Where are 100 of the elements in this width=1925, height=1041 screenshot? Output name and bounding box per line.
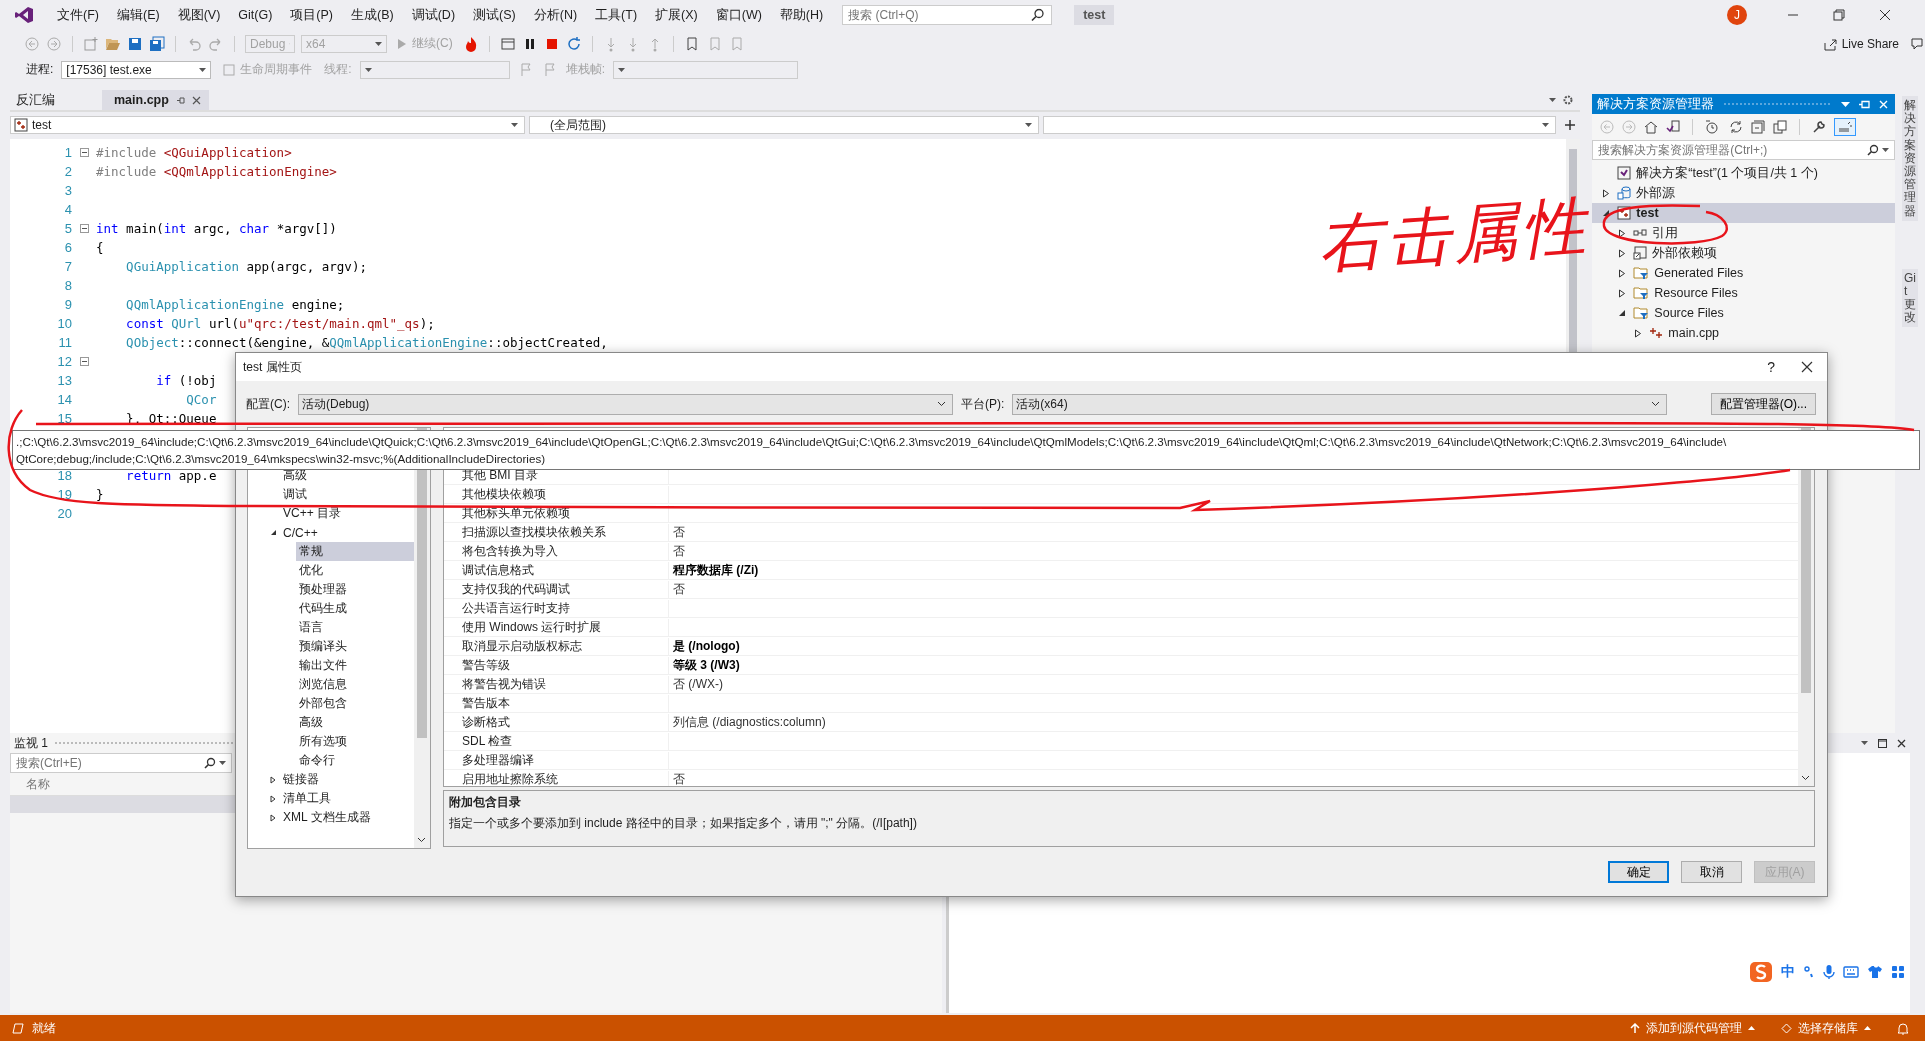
- menu-item[interactable]: 调试(D): [402, 3, 465, 27]
- window-icon[interactable]: [499, 35, 516, 52]
- repository-button[interactable]: 选择存储库: [1781, 1019, 1871, 1037]
- search-field[interactable]: 搜索(Ctrl+E): [10, 753, 232, 773]
- tree-item[interactable]: 命令行: [296, 751, 338, 770]
- switch-views-icon[interactable]: [1666, 120, 1681, 134]
- app-logo-icon[interactable]: [14, 6, 34, 24]
- tree-item[interactable]: test: [1636, 206, 1659, 220]
- collapsed-arrow-icon[interactable]: [1618, 248, 1627, 258]
- collapsed-arrow-icon[interactable]: [270, 794, 276, 803]
- live-share-button[interactable]: Live Share: [1818, 36, 1903, 51]
- tree-row[interactable]: 外部源: [1592, 183, 1896, 203]
- tree-row[interactable]: main.cpp: [1592, 323, 1896, 343]
- search-field[interactable]: 搜索 (Ctrl+Q): [842, 5, 1053, 25]
- menu-item[interactable]: 扩展(X): [646, 3, 707, 27]
- collapse-all-icon[interactable]: [1751, 120, 1766, 134]
- restore-icon[interactable]: [1833, 9, 1845, 21]
- tree-item[interactable]: 优化: [296, 561, 326, 580]
- tree-item[interactable]: Generated Files: [1654, 266, 1744, 280]
- preview-toggle[interactable]: [1834, 118, 1857, 136]
- expanded-arrow-icon[interactable]: [269, 529, 277, 536]
- property-value[interactable]: 否 (/WX-): [673, 676, 723, 691]
- tree-item[interactable]: 外部包含: [296, 694, 350, 713]
- close-icon[interactable]: [1801, 361, 1813, 373]
- collapse-icon[interactable]: [80, 148, 89, 157]
- tree-row[interactable]: 外部依赖项: [1592, 243, 1896, 263]
- collapsed-arrow-icon[interactable]: [1634, 328, 1643, 338]
- menu-item[interactable]: 文件(F): [48, 3, 108, 27]
- editor-tab[interactable]: main.cpp: [102, 90, 209, 110]
- menu-item[interactable]: 视图(V): [168, 3, 230, 27]
- tree-item[interactable]: 解决方案“test”(1 个项目/共 1 个): [1636, 164, 1818, 182]
- tree-item[interactable]: XML 文档生成器: [280, 808, 374, 827]
- menu-item[interactable]: Git(G): [229, 5, 282, 25]
- menu-item[interactable]: 项目(P): [281, 3, 342, 27]
- tree-item[interactable]: 清单工具: [280, 789, 334, 808]
- menu-item[interactable]: 帮助(H): [770, 3, 833, 27]
- tree-item[interactable]: C/C++: [280, 524, 321, 541]
- side-tab[interactable]: Git 更改: [1902, 268, 1918, 328]
- save-icon[interactable]: [127, 35, 143, 52]
- side-tab[interactable]: 解决方案资源管理器: [1902, 96, 1918, 221]
- scope-dropdown[interactable]: (全局范围): [529, 116, 1039, 134]
- configuration-dropdown[interactable]: 活动(Debug): [298, 393, 953, 415]
- punctuation-icon[interactable]: [1803, 965, 1815, 979]
- expanded-arrow-icon[interactable]: [1618, 309, 1627, 317]
- collapsed-arrow-icon[interactable]: [1618, 268, 1627, 278]
- tree-item[interactable]: 预处理器: [296, 580, 350, 599]
- menu-item[interactable]: 编辑(E): [107, 3, 169, 27]
- tree-item[interactable]: main.cpp: [1668, 326, 1720, 340]
- collapse-icon[interactable]: [80, 357, 89, 366]
- keyboard-icon[interactable]: [1843, 966, 1859, 978]
- settings-icon[interactable]: [1562, 94, 1575, 106]
- menu-item[interactable]: 测试(S): [464, 3, 525, 27]
- home-icon[interactable]: [1644, 120, 1659, 134]
- user-avatar[interactable]: J: [1727, 5, 1747, 25]
- dropdown-caret-icon[interactable]: [1841, 101, 1851, 107]
- project-dropdown[interactable]: test: [10, 116, 525, 134]
- tree-row[interactable]: Source Files: [1592, 303, 1896, 323]
- tree-row[interactable]: Generated Files: [1592, 263, 1896, 283]
- tree-row[interactable]: test: [1592, 203, 1896, 223]
- property-value[interactable]: 否: [673, 581, 685, 596]
- tree-item[interactable]: 所有选项: [296, 732, 350, 751]
- collapsed-arrow-icon[interactable]: [1618, 288, 1627, 298]
- dialog-button[interactable]: 取消: [1681, 861, 1742, 883]
- collapse-icon[interactable]: [80, 224, 89, 233]
- dialog-button[interactable]: 确定: [1608, 861, 1669, 883]
- property-value[interactable]: 程序数据库 (/Zi): [673, 562, 759, 577]
- collapsed-arrow-icon[interactable]: [1618, 228, 1627, 238]
- property-value[interactable]: 是 (/nologo): [673, 638, 740, 653]
- shirt-icon[interactable]: [1867, 965, 1883, 979]
- restart-icon[interactable]: [565, 35, 582, 52]
- close-icon[interactable]: [1879, 9, 1891, 21]
- property-value[interactable]: 否: [673, 524, 685, 539]
- pin-icon[interactable]: [1859, 99, 1871, 109]
- maximize-icon[interactable]: [1878, 738, 1887, 748]
- tree-item[interactable]: 引用: [1652, 224, 1679, 242]
- property-value[interactable]: 列信息 (/diagnostics:column): [673, 714, 826, 729]
- save-all-icon[interactable]: [149, 35, 165, 52]
- tree-item[interactable]: 浏览信息: [296, 675, 350, 694]
- column-header[interactable]: 名称: [26, 775, 50, 793]
- tree-item[interactable]: 高级: [280, 466, 310, 485]
- input-method-logo-icon[interactable]: [1749, 961, 1773, 983]
- configuration-manager-button[interactable]: 配置管理器(O)...: [1710, 393, 1816, 415]
- tree-item[interactable]: 常规: [296, 542, 414, 561]
- source-control-button[interactable]: 添加到源代码管理: [1630, 1019, 1755, 1037]
- chevron-down-icon[interactable]: [417, 837, 426, 843]
- process-dropdown[interactable]: [17536] test.exe: [61, 60, 212, 79]
- microphone-icon[interactable]: [1823, 964, 1835, 980]
- tree-item[interactable]: 输出文件: [296, 656, 350, 675]
- input-mode-toggle[interactable]: 中: [1781, 963, 1795, 981]
- feedback-icon[interactable]: [1909, 35, 1925, 52]
- tree-row[interactable]: Resource Files: [1592, 283, 1896, 303]
- wrench-icon[interactable]: [1812, 120, 1827, 134]
- property-value[interactable]: 否: [673, 543, 685, 558]
- tree-item[interactable]: 语言: [296, 618, 326, 637]
- tree-item[interactable]: Resource Files: [1654, 286, 1738, 300]
- chevron-down-icon[interactable]: [1801, 775, 1810, 781]
- refresh-icon[interactable]: [1729, 120, 1744, 134]
- tree-item[interactable]: 外部依赖项: [1652, 244, 1718, 262]
- platform-dropdown[interactable]: 活动(x64): [1012, 393, 1668, 415]
- menu-item[interactable]: 分析(N): [524, 3, 587, 27]
